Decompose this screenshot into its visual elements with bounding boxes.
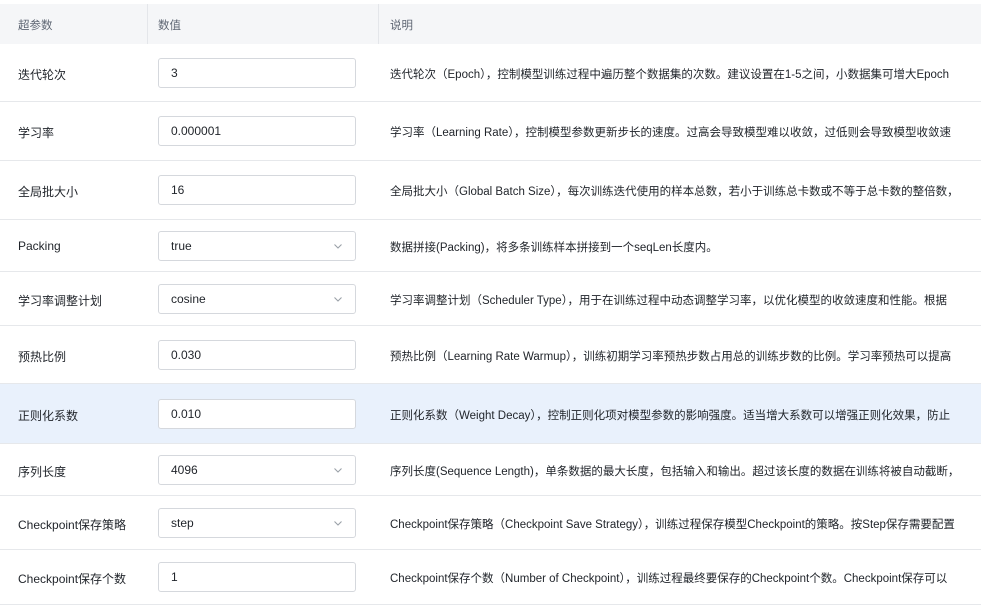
table-row: 迭代轮次 迭代轮次（Epoch），控制模型训练过程中遍历整个数据集的次数。建议设置…	[0, 44, 981, 102]
table-header: 超参数 数值 说明	[0, 4, 981, 44]
header-desc: 说明	[390, 20, 413, 32]
table-row: 学习率调整计划 cosine 学习率调整计划（Scheduler Type），用于在…	[0, 272, 981, 326]
param-description: 学习率（Learning Rate），控制模型参数更新步长的速度。过高会导致模型…	[390, 127, 951, 139]
chevron-down-icon	[334, 468, 342, 473]
table-row: Packing true 数据拼接(Packing)，将多条训练样本拼接到一个seq…	[0, 220, 981, 272]
param-description: 正则化系数（Weight Decay），控制正则化项对模型参数的影响强度。适当增…	[390, 410, 951, 422]
table-row: 正则化系数 正则化系数（Weight Decay），控制正则化项对模型参数的影响强…	[0, 384, 981, 444]
param-description: 序列长度(Sequence Length)，单条数据的最大长度，包括输入和输出。…	[390, 466, 960, 478]
param-value-input[interactable]	[158, 340, 356, 370]
param-value-select[interactable]: true	[158, 231, 356, 261]
chevron-down-icon	[334, 297, 342, 302]
hyperparameter-table: 超参数 数值 说明 迭代轮次 迭代轮次（Epoch），控制模型训练过程中遍历整个数…	[0, 4, 981, 605]
param-name: 预热比例	[18, 350, 67, 364]
param-name: 迭代轮次	[18, 68, 67, 82]
header-value: 数值	[158, 20, 181, 32]
table-row: 序列长度 4096 序列长度(Sequence Length)，单条数据的最大长度，…	[0, 444, 981, 496]
param-name: 序列长度	[18, 465, 67, 479]
param-description: 预热比例（Learning Rate Warmup），训练初期学习率预热步数占用…	[390, 351, 952, 363]
param-value-input[interactable]	[158, 58, 356, 88]
param-description: Checkpoint保存个数（Number of Checkpoint），训练过…	[390, 573, 948, 585]
table-row: 预热比例 预热比例（Learning Rate Warmup），训练初期学习率预热…	[0, 326, 981, 384]
param-value-input[interactable]	[158, 175, 356, 205]
param-value-input[interactable]	[158, 562, 356, 592]
param-name: Packing	[18, 239, 61, 253]
param-name: Checkpoint保存个数	[18, 572, 127, 586]
param-value-input[interactable]	[158, 116, 356, 146]
chevron-down-icon	[334, 521, 342, 526]
param-value-select[interactable]: cosine	[158, 284, 356, 314]
param-description: Checkpoint保存策略（Checkpoint Save Strategy）…	[390, 519, 955, 531]
table-row: 全局批大小 全局批大小（Global Batch Size），每次训练迭代使用的样…	[0, 161, 981, 220]
select-value: true	[171, 239, 192, 253]
param-description: 迭代轮次（Epoch），控制模型训练过程中遍历整个数据集的次数。建议设置在1-5…	[390, 69, 950, 81]
param-name: 学习率调整计划	[18, 294, 103, 308]
param-value-select[interactable]: step	[158, 508, 356, 538]
param-name: 正则化系数	[18, 409, 79, 423]
param-name: 学习率	[18, 126, 55, 140]
param-value-input[interactable]	[158, 399, 356, 429]
select-value: 4096	[171, 463, 198, 477]
table-row: Checkpoint保存策略 step Checkpoint保存策略（Checkpo…	[0, 496, 981, 550]
param-description: 数据拼接(Packing)，将多条训练样本拼接到一个seqLen长度内。	[390, 242, 718, 254]
table-row: Checkpoint保存个数 Checkpoint保存个数（Number of C…	[0, 550, 981, 605]
table-body: 迭代轮次 迭代轮次（Epoch），控制模型训练过程中遍历整个数据集的次数。建议设置…	[0, 44, 981, 605]
param-name: Checkpoint保存策略	[18, 518, 127, 532]
header-divider	[378, 4, 379, 44]
select-value: step	[171, 516, 194, 530]
param-description: 学习率调整计划（Scheduler Type），用于在训练过程中动态调整学习率，…	[390, 295, 947, 307]
param-value-select[interactable]: 4096	[158, 455, 356, 485]
header-divider	[147, 4, 148, 44]
chevron-down-icon	[334, 244, 342, 249]
select-value: cosine	[171, 292, 206, 306]
param-description: 全局批大小（Global Batch Size），每次训练迭代使用的样本总数，若…	[390, 186, 959, 198]
header-param: 超参数	[18, 20, 53, 32]
param-name: 全局批大小	[18, 185, 79, 199]
table-row: 学习率 学习率（Learning Rate），控制模型参数更新步长的速度。过高会导…	[0, 102, 981, 161]
